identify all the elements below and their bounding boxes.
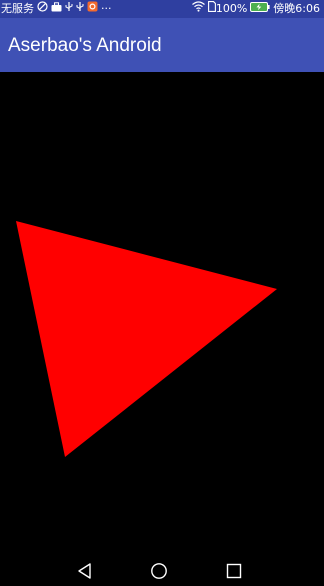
home-icon — [151, 563, 167, 579]
battery-charging-icon — [250, 0, 270, 18]
red-triangle — [16, 221, 277, 457]
drawing-canvas[interactable] — [0, 72, 324, 548]
carrier-text: 无服务 — [1, 2, 34, 15]
app-screen: 无服务 ··· 100% 傍晚6:06 Aserbao's Android — [0, 0, 324, 586]
recents-button[interactable] — [225, 562, 243, 580]
status-bar-right: 100% 傍晚6:06 — [191, 0, 320, 18]
back-button[interactable] — [76, 562, 94, 580]
navigation-bar — [0, 548, 324, 586]
status-bar: 无服务 ··· 100% 傍晚6:06 — [0, 0, 324, 18]
briefcase-icon — [51, 0, 62, 18]
usb-icon — [65, 0, 73, 18]
usb-debug-icon — [76, 0, 84, 18]
no-signal-icon — [37, 0, 48, 18]
status-bar-left: 无服务 ··· — [1, 0, 112, 18]
back-icon — [78, 563, 91, 579]
recents-icon — [226, 563, 242, 579]
more-notifications-icon: ··· — [101, 2, 112, 15]
toolbar-title: Aserbao's Android — [8, 35, 162, 56]
canvas-svg — [16, 221, 277, 457]
clock: 傍晚6:06 — [273, 2, 320, 15]
home-button[interactable] — [150, 562, 168, 580]
wifi-icon — [191, 0, 205, 18]
battery-percent: 100% — [215, 2, 248, 15]
app-toolbar: Aserbao's Android — [0, 18, 324, 72]
app-notification-icon — [87, 0, 98, 18]
sim-icon — [207, 0, 216, 18]
